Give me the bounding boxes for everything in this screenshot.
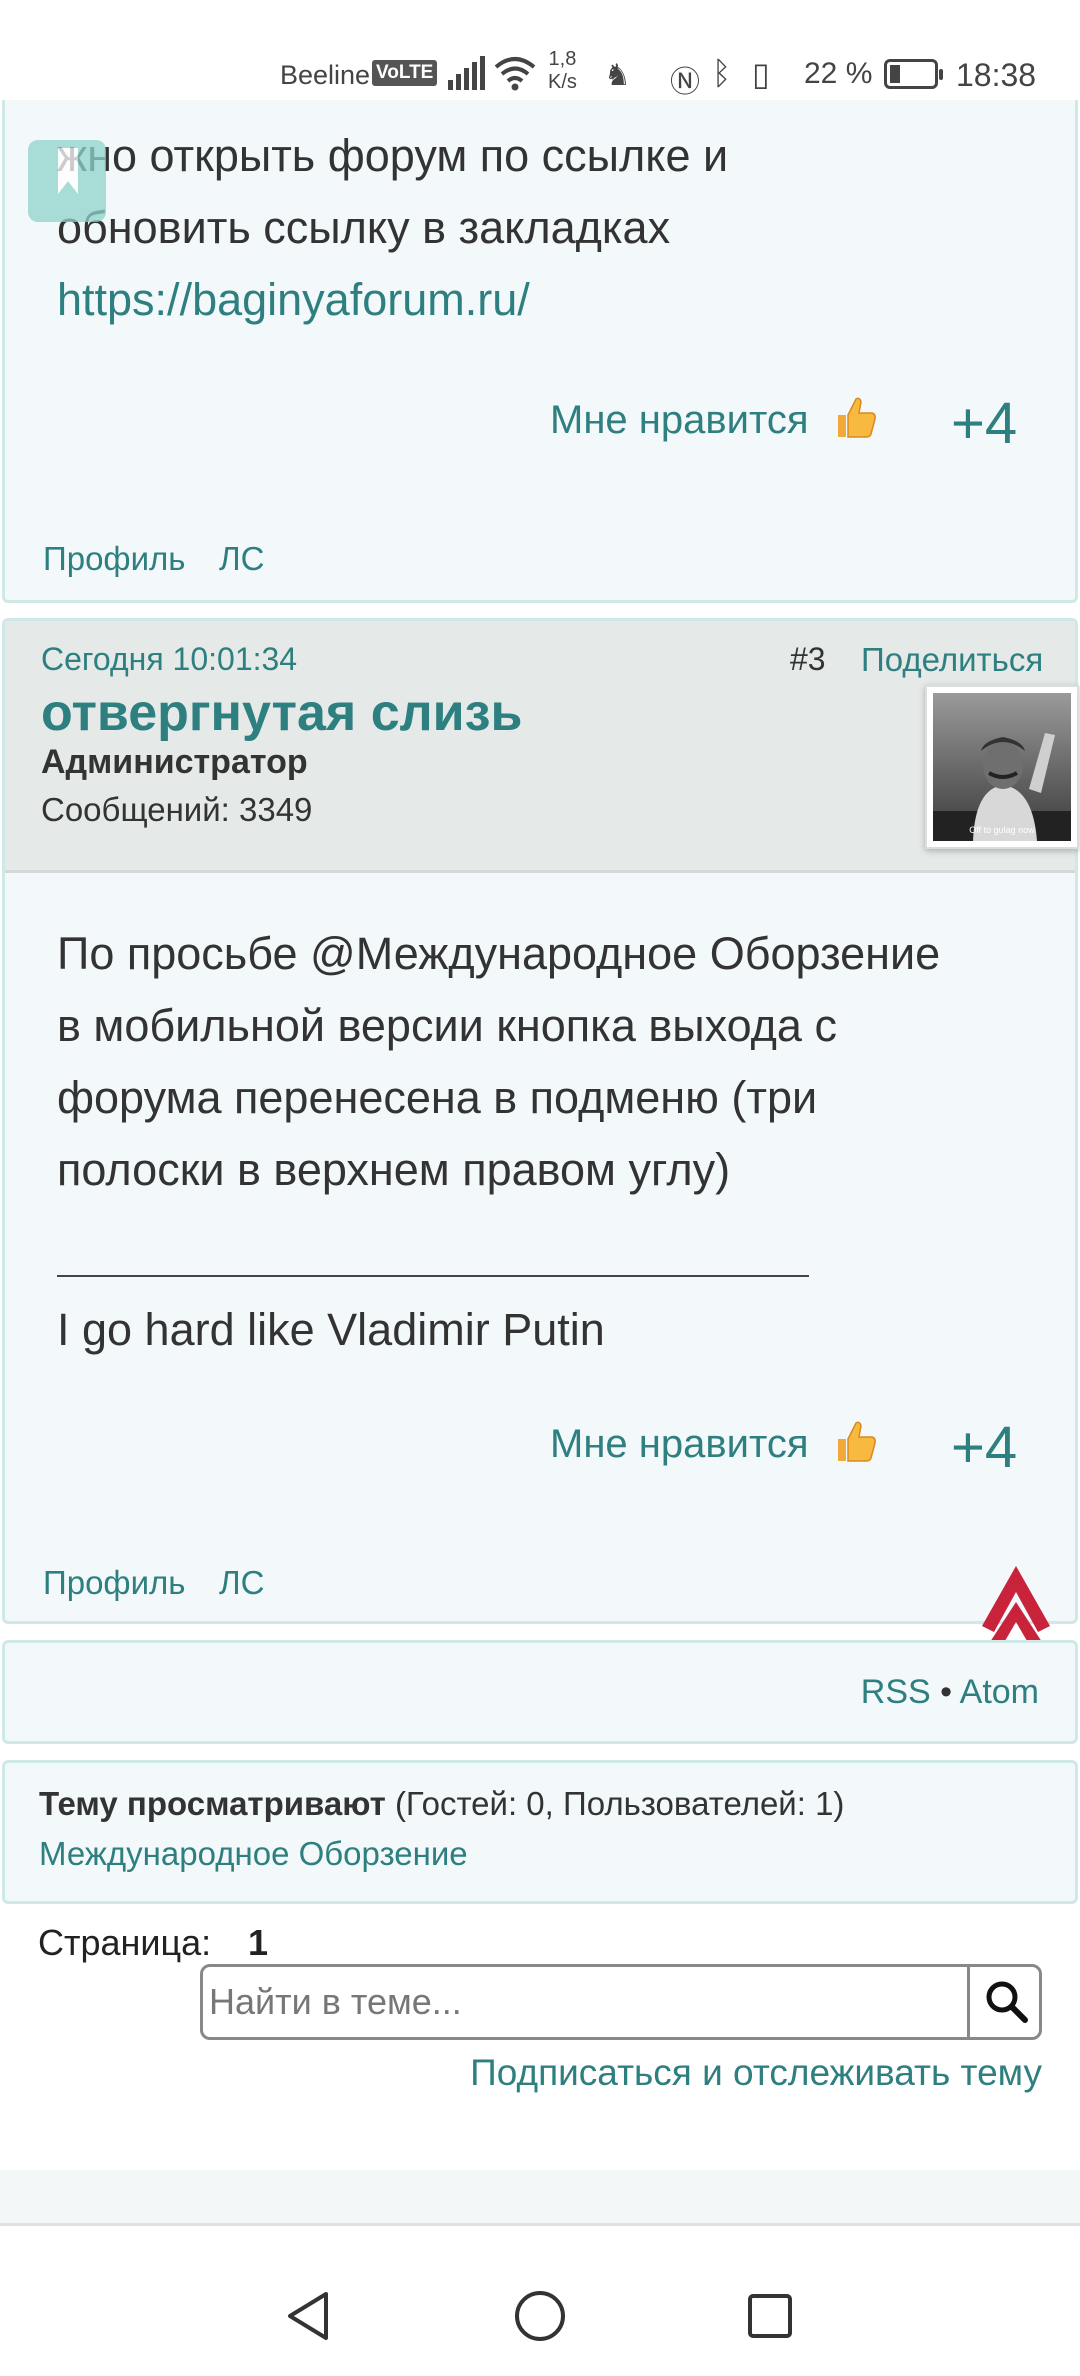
status-bar: Beeline VoLTE 1,8 K/s ♞ Ⓝ ᛒ ▯ 22 % 18:38 xyxy=(0,0,1080,112)
search-input[interactable] xyxy=(209,1973,959,2031)
share-link[interactable]: Поделиться xyxy=(861,641,1043,679)
signature-divider xyxy=(57,1275,809,1277)
post-body: По просьбе @Международное Оборзение в мо… xyxy=(57,918,940,1206)
wifi-icon xyxy=(494,57,536,91)
like-count: +4 xyxy=(951,1415,1018,1480)
search-button[interactable] xyxy=(967,1967,1039,2037)
post-text-line: обновить ссылку в закладках xyxy=(57,202,671,253)
page-footer-strip xyxy=(0,2170,1080,2226)
vibrate-icon: ▯ xyxy=(752,56,770,92)
atom-link[interactable]: Atom xyxy=(960,1673,1039,1711)
thumbs-up-icon xyxy=(837,397,876,438)
profile-link[interactable]: Профиль xyxy=(43,540,185,578)
recents-icon[interactable] xyxy=(738,2284,802,2348)
page-number: 1 xyxy=(248,1922,269,1963)
bluetooth-icon: ᛒ xyxy=(712,55,732,91)
post-text-line: полоски в верхнем правом углу) xyxy=(57,1144,731,1195)
clock: 18:38 xyxy=(956,57,1037,93)
pm-link[interactable]: ЛС xyxy=(219,1564,265,1602)
author-role: Администратор xyxy=(41,743,308,781)
battery-percent: 22 % xyxy=(804,57,873,90)
feeds-box: RSS • Atom xyxy=(2,1640,1078,1744)
post-text-line: в мобильной версии кнопка выхода с xyxy=(57,1000,837,1051)
home-icon[interactable] xyxy=(508,2284,572,2348)
viewers-heading: Тему просматривают (Гостей: 0, Пользоват… xyxy=(39,1785,844,1823)
bookmark-icon[interactable] xyxy=(28,140,106,222)
notification-icon: ♞ xyxy=(604,59,631,92)
feed-separator: • xyxy=(940,1673,953,1711)
avatar-caption: Off to gulag now xyxy=(969,825,1035,835)
volte-badge: VoLTE xyxy=(372,60,438,86)
page-label: Страница: xyxy=(38,1922,212,1963)
forum-link[interactable]: https://baginyaforum.ru/ xyxy=(57,264,728,336)
search-icon xyxy=(986,1981,1028,2023)
post-text-line: форума перенесена в подменю (три xyxy=(57,1072,818,1123)
scroll-to-top-icon[interactable] xyxy=(978,1562,1054,1646)
thumbs-up-icon xyxy=(837,1421,876,1462)
viewers-counts: (Гостей: 0, Пользователей: 1) xyxy=(394,1785,845,1822)
network-speed: 1,8 K/s xyxy=(548,48,577,94)
like-button[interactable]: Мне нравится xyxy=(550,393,878,443)
nfc-icon: Ⓝ xyxy=(670,66,700,99)
back-icon[interactable] xyxy=(278,2284,342,2348)
post-header: Сегодня 10:01:34 #3 Поделиться отвергнут… xyxy=(5,621,1079,873)
like-label: Мне нравится xyxy=(550,1422,809,1466)
post-date: Сегодня 10:01:34 xyxy=(41,641,298,677)
post-number[interactable]: #3 xyxy=(790,641,826,678)
post-card: Сегодня 10:01:34 #3 Поделиться отвергнут… xyxy=(2,618,1079,1624)
post-text-line: По просьбе @Международное Оборзение xyxy=(57,928,941,979)
viewers-box: Тему просматривают (Гостей: 0, Пользоват… xyxy=(2,1760,1078,1904)
post-card-previous: жно открыть форум по ссылке и обновить с… xyxy=(2,100,1078,603)
like-count: +4 xyxy=(951,391,1018,456)
pm-link[interactable]: ЛС xyxy=(219,540,265,578)
like-label: Мне нравится xyxy=(550,398,809,442)
avatar-image: Off to gulag now xyxy=(933,693,1071,841)
speed-unit: K/s xyxy=(548,71,577,93)
author-name[interactable]: отвергнутая слизь xyxy=(41,683,522,743)
system-nav-bar xyxy=(0,2260,1080,2376)
topic-search xyxy=(200,1964,1042,2040)
signal-icon xyxy=(448,56,485,90)
speed-value: 1,8 xyxy=(548,48,577,70)
author-message-count: Сообщений: 3349 xyxy=(41,791,313,828)
like-button[interactable]: Мне нравится xyxy=(550,1417,878,1467)
post-text-line: жно открыть форум по ссылке и xyxy=(57,130,729,181)
battery-icon xyxy=(884,59,943,89)
feed-links: RSS • Atom xyxy=(861,1673,1039,1712)
avatar[interactable]: Off to gulag now xyxy=(925,685,1079,849)
post-body: жно открыть форум по ссылке и обновить с… xyxy=(57,120,728,336)
viewers-title: Тему просматривают xyxy=(39,1785,386,1822)
viewer-user-link[interactable]: Международное Оборзение xyxy=(39,1835,468,1873)
carrier-name: Beeline xyxy=(280,60,371,90)
subscribe-link[interactable]: Подписаться и отслеживать тему xyxy=(470,2052,1042,2094)
rss-link[interactable]: RSS xyxy=(861,1673,931,1711)
profile-link[interactable]: Профиль xyxy=(43,1564,185,1602)
signature: I go hard like Vladimir Putin xyxy=(57,1304,605,1355)
